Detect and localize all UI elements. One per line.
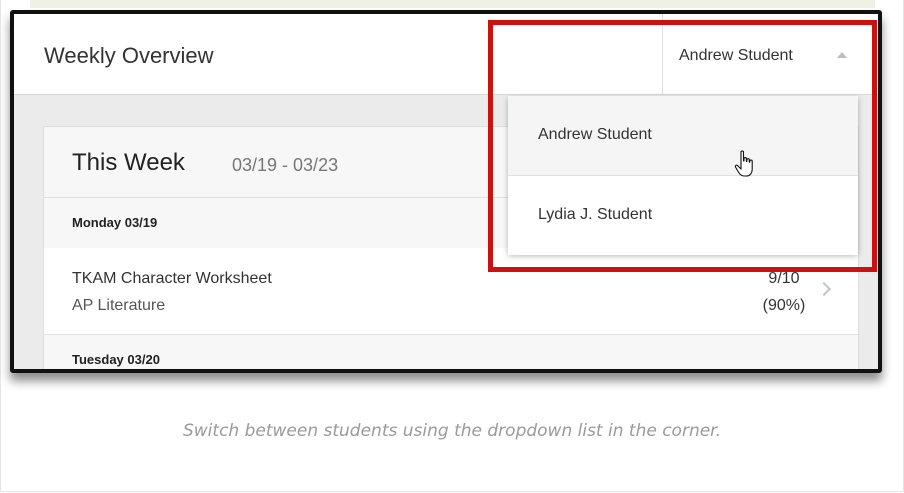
assignment-percent: (90%) [762,297,806,314]
chevron-right-icon[interactable] [816,281,832,297]
top-strip [30,0,875,8]
assignment-course: AP Literature [72,297,166,314]
assignment-score: 9/10 [768,270,800,287]
screenshot-image: Weekly Overview Andrew Student This Week… [10,10,882,373]
page-title: Weekly Overview [44,43,214,68]
week-range: 03/19 - 03/23 [232,155,339,175]
assignment-name: TKAM Character Worksheet [72,270,272,287]
caption: Switch between students using the dropdo… [182,421,722,441]
day-label: Tuesday 03/20 [72,352,160,367]
day-header: Tuesday 03/20 [44,335,858,369]
week-title: This Week [72,149,185,176]
highlight-box [488,20,877,272]
day-label: Monday 03/19 [72,215,158,230]
